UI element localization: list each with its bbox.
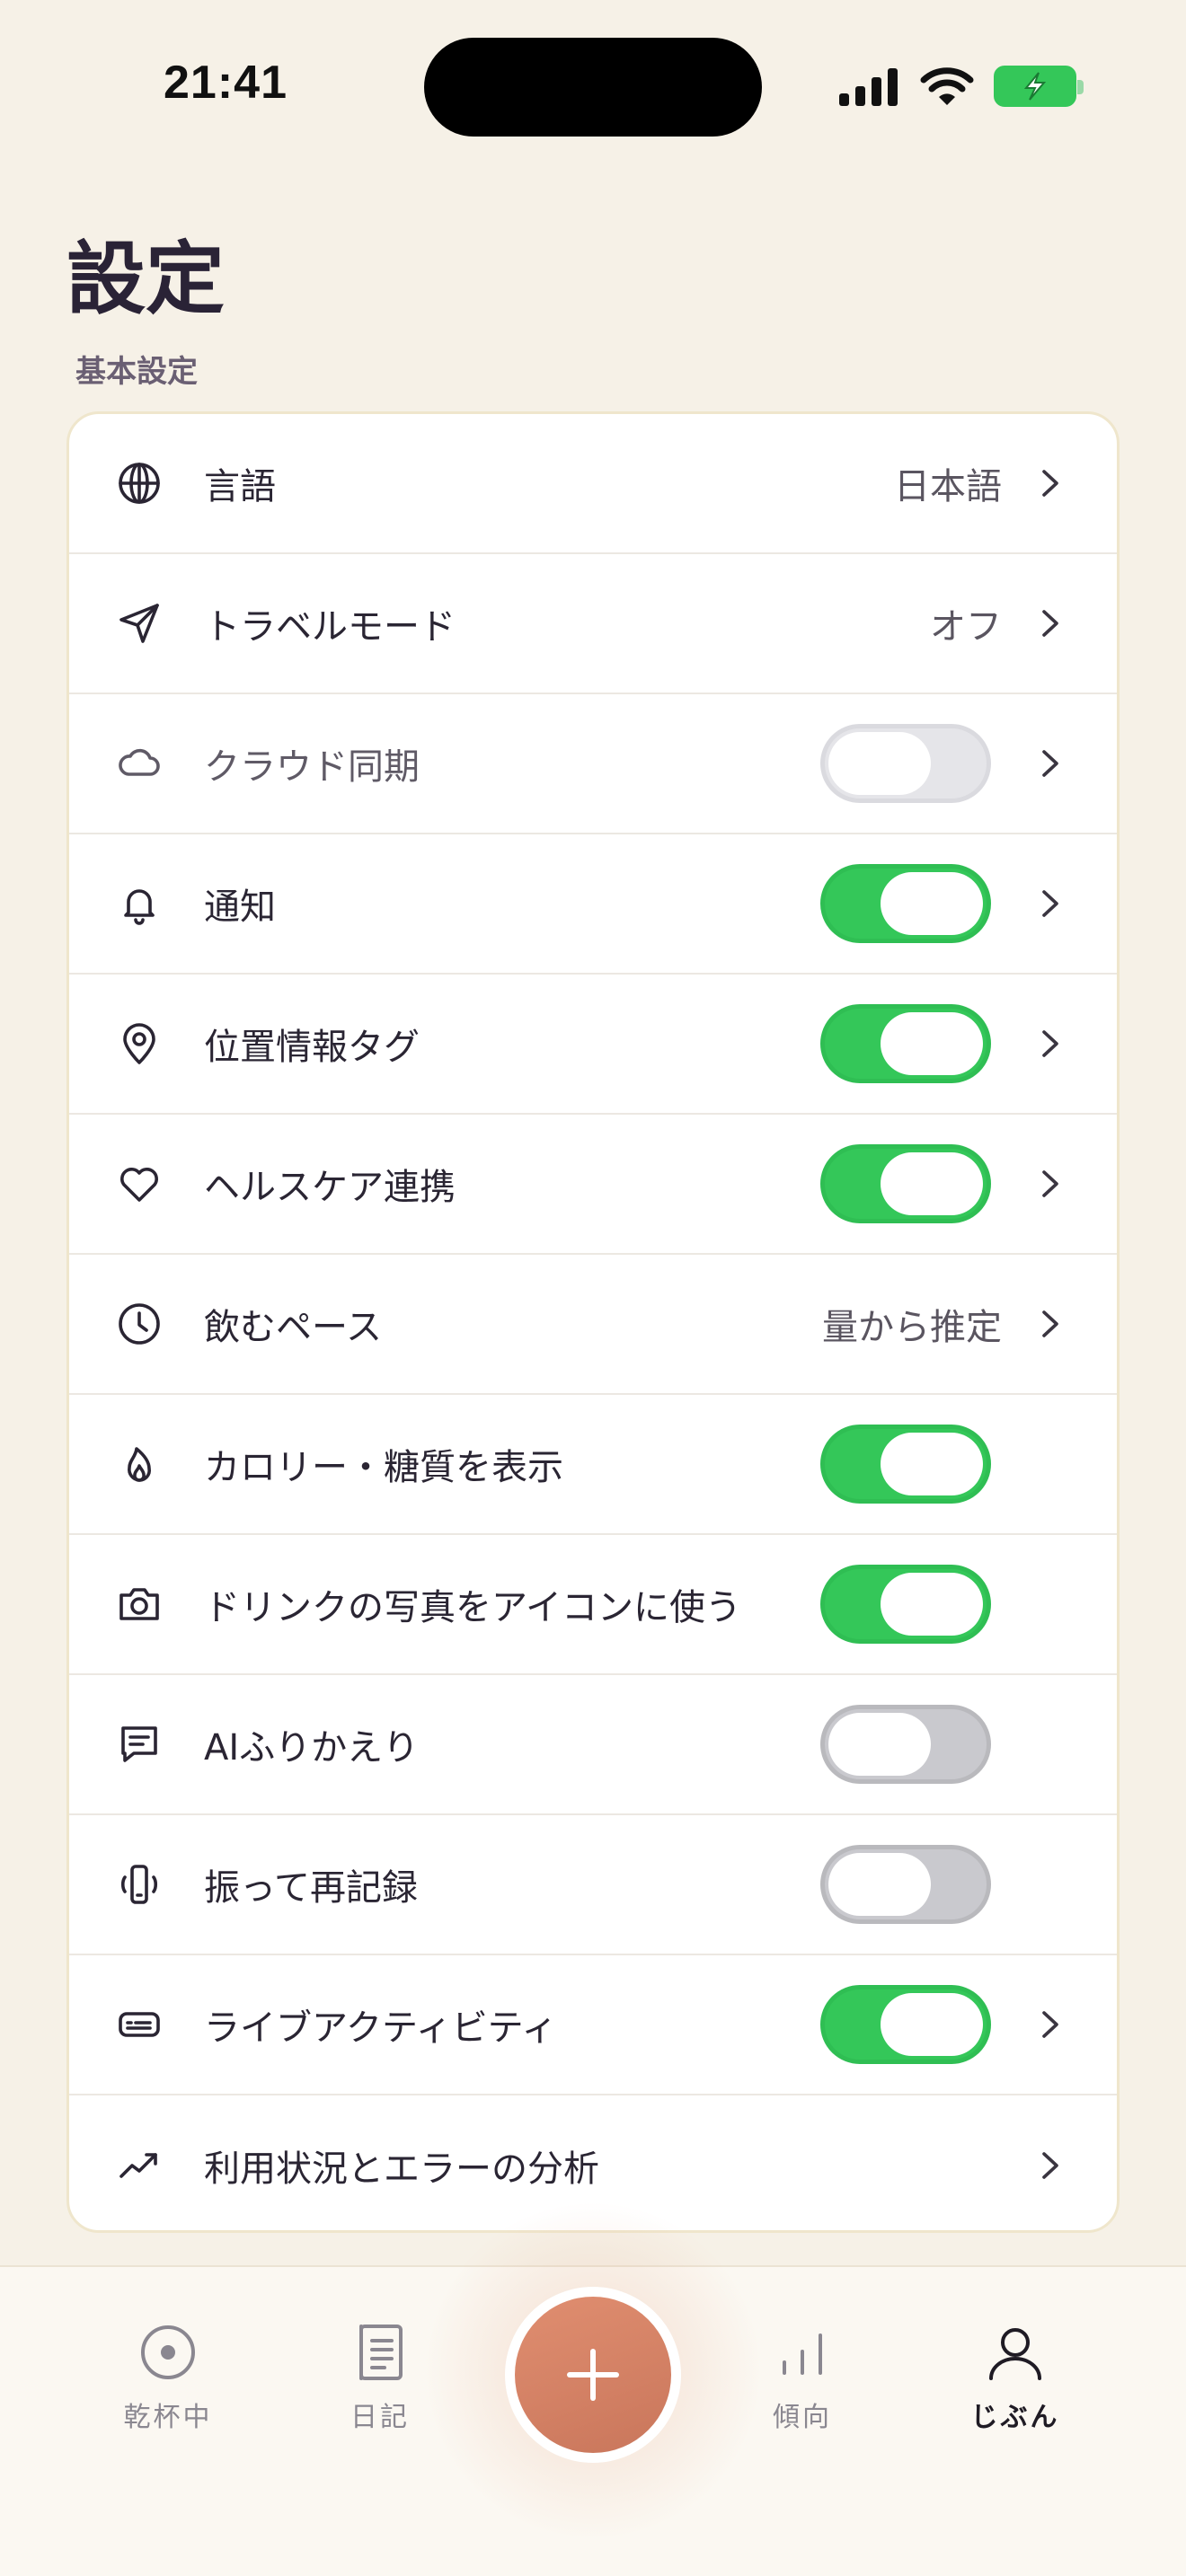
map-pin-icon xyxy=(116,1020,163,1067)
chevron-right-icon xyxy=(1040,1028,1061,1060)
chevron-right-icon xyxy=(1040,747,1061,780)
person-icon xyxy=(984,2321,1047,2384)
calories-toggle[interactable] xyxy=(820,1425,991,1504)
clock-icon xyxy=(116,1301,163,1347)
setting-label: トラベルモード xyxy=(204,606,456,648)
paper-plane-icon xyxy=(116,600,163,647)
setting-label: 位置情報タグ xyxy=(204,1027,420,1068)
chevron-right-icon xyxy=(1040,1168,1061,1200)
setting-label: 通知 xyxy=(204,887,276,928)
setting-value: オフ xyxy=(930,606,1002,648)
chevron-right-icon xyxy=(1040,2008,1061,2041)
status-icons xyxy=(839,61,1084,111)
setting-label: クラウド同期 xyxy=(204,746,420,788)
cloud-icon xyxy=(116,740,163,787)
chevron-right-icon xyxy=(1040,467,1061,499)
tab-cheers[interactable]: 乾杯中 xyxy=(87,2321,249,2434)
tab-label: 傾向 xyxy=(773,2402,832,2433)
status-bar: 21:41 xyxy=(0,0,1186,171)
setting-label: 言語 xyxy=(204,466,276,507)
cloud-sync-toggle[interactable] xyxy=(820,724,991,803)
drink-photo-toggle[interactable] xyxy=(820,1565,991,1644)
section-label: 基本設定 xyxy=(75,354,198,390)
setting-row-calories[interactable]: カロリー・糖質を表示 xyxy=(69,1395,1117,1535)
setting-row-shake-rerecord[interactable]: 振って再記録 xyxy=(69,1815,1117,1955)
bell-icon xyxy=(116,880,163,927)
chevron-right-icon xyxy=(1040,607,1061,640)
location-tag-toggle[interactable] xyxy=(820,1004,991,1083)
setting-label: 飲むペース xyxy=(204,1307,382,1348)
setting-value: 日本語 xyxy=(894,466,1002,507)
setting-value: 量から推定 xyxy=(822,1307,1002,1348)
tab-label: 乾杯中 xyxy=(123,2402,213,2433)
setting-row-live-activity[interactable]: ライブアクティビティ xyxy=(69,1955,1117,2095)
add-drink-button[interactable] xyxy=(505,2287,681,2463)
ai-review-toggle[interactable] xyxy=(820,1705,991,1784)
setting-row-language[interactable]: 言語 日本語 xyxy=(69,414,1117,554)
setting-row-location-tag[interactable]: 位置情報タグ xyxy=(69,975,1117,1115)
page-title: 設定 xyxy=(66,232,226,325)
setting-label: 振って再記録 xyxy=(204,1867,418,1909)
shake-rerecord-toggle[interactable] xyxy=(820,1845,991,1924)
settings-card: 言語 日本語 トラベルモード オフ クラウド同期 通知 位置情報タグ ヘルスケア… xyxy=(66,411,1120,2233)
setting-label: ライブアクティビティ xyxy=(204,2007,558,2049)
chevron-right-icon xyxy=(1040,2149,1061,2182)
globe-icon xyxy=(116,460,163,507)
add-button-face xyxy=(515,2297,671,2453)
live-activity-icon xyxy=(116,2001,163,2048)
setting-label: カロリー・糖質を表示 xyxy=(204,1447,563,1488)
dynamic-island xyxy=(424,38,762,137)
setting-row-drink-photo[interactable]: ドリンクの写真をアイコンに使う xyxy=(69,1535,1117,1675)
target-icon xyxy=(137,2321,199,2384)
notifications-toggle[interactable] xyxy=(820,864,991,943)
camera-icon xyxy=(116,1581,163,1628)
battery-icon xyxy=(994,66,1084,107)
setting-label: ヘルスケア連携 xyxy=(204,1167,456,1208)
heart-icon xyxy=(116,1160,163,1207)
cellular-signal-icon xyxy=(839,68,898,106)
chevron-right-icon xyxy=(1040,887,1061,920)
setting-row-notifications[interactable]: 通知 xyxy=(69,834,1117,975)
setting-row-healthcare[interactable]: ヘルスケア連携 xyxy=(69,1115,1117,1255)
tab-me[interactable]: じぶん xyxy=(934,2321,1096,2434)
setting-row-ai-review[interactable]: AIふりかえり xyxy=(69,1675,1117,1815)
wifi-icon xyxy=(920,67,974,105)
setting-label: AIふりかえり xyxy=(204,1727,420,1769)
trend-icon xyxy=(116,2142,163,2189)
setting-label: 利用状況とエラーの分析 xyxy=(204,2148,599,2190)
phone-shake-icon xyxy=(116,1861,163,1908)
status-time: 21:41 xyxy=(164,57,288,109)
setting-row-travel-mode[interactable]: トラベルモード オフ xyxy=(69,554,1117,694)
tab-label: じぶん xyxy=(970,2402,1060,2433)
flame-icon xyxy=(116,1441,163,1487)
healthcare-toggle[interactable] xyxy=(820,1144,991,1223)
live-activity-toggle[interactable] xyxy=(820,1985,991,2064)
setting-row-cloud-sync[interactable]: クラウド同期 xyxy=(69,694,1117,834)
bar-chart-icon xyxy=(771,2321,834,2384)
setting-row-drinking-pace[interactable]: 飲むペース 量から推定 xyxy=(69,1255,1117,1395)
setting-label: ドリンクの写真をアイコンに使う xyxy=(204,1587,741,1628)
chat-icon xyxy=(116,1721,163,1768)
plus-icon xyxy=(567,2349,619,2401)
journal-icon xyxy=(349,2321,412,2384)
chevron-right-icon xyxy=(1040,1308,1061,1340)
tab-label: 日記 xyxy=(350,2402,410,2433)
